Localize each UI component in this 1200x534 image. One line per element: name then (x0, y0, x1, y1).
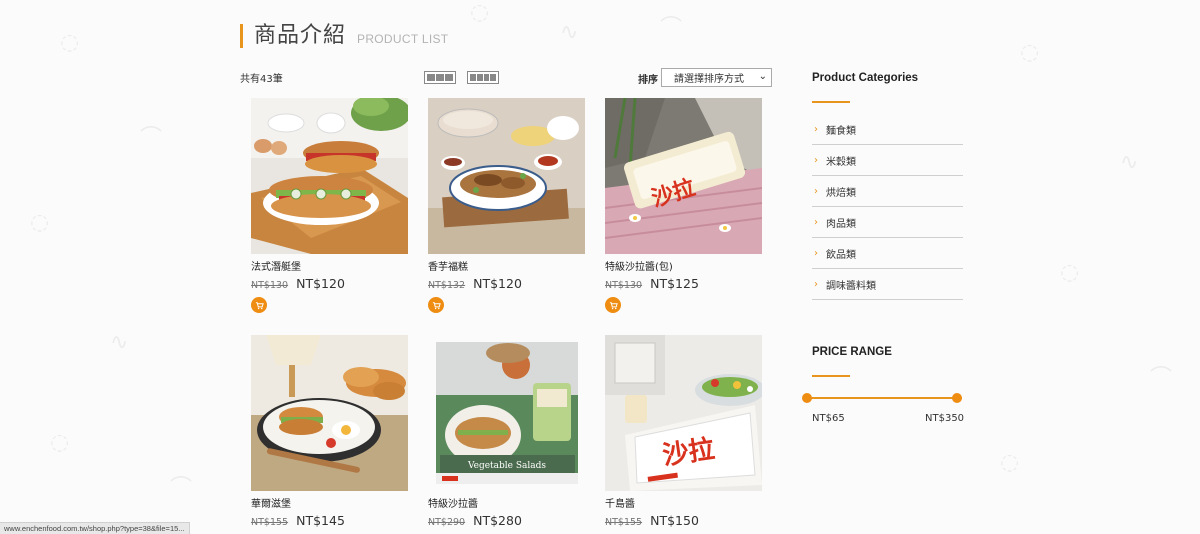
add-to-cart-button[interactable] (605, 297, 621, 313)
grid-4-view-icon[interactable] (467, 71, 499, 84)
category-label: 飲品類 (826, 249, 856, 261)
category-item[interactable]: › 調味醬料類 (812, 269, 963, 300)
chevron-right-icon: › (814, 247, 818, 259)
cart-icon (432, 301, 441, 309)
sale-price: NT$145 (296, 513, 345, 528)
category-label: 米穀類 (826, 156, 856, 168)
category-label: 麵食類 (826, 125, 856, 137)
product-toolbar: 共有43筆 排序 請選擇排序方式 ⌄ (240, 68, 772, 88)
sale-price: NT$280 (473, 513, 522, 528)
category-label: 烘焙類 (826, 187, 856, 199)
product-name[interactable]: 特級沙拉醬(包) (605, 258, 673, 273)
original-price: NT$290 (428, 517, 466, 528)
heading-accent (812, 375, 850, 377)
chevron-right-icon: › (814, 216, 818, 228)
product-image[interactable] (251, 98, 408, 254)
chevron-right-icon: › (814, 123, 818, 135)
product-card[interactable]: 法式潛艇堡 NT$130 NT$120 (251, 98, 409, 313)
original-price: NT$155 (251, 517, 289, 528)
sale-price: NT$125 (650, 276, 699, 291)
product-card[interactable]: 香芋福糕 NT$132 NT$120 (428, 98, 586, 313)
product-card[interactable]: 華爾滋堡 NT$155 NT$145 (251, 335, 409, 528)
categories-heading: Product Categories (812, 72, 919, 84)
category-item[interactable]: › 飲品類 (812, 238, 963, 269)
sale-price: NT$120 (473, 276, 522, 291)
heading-accent (812, 101, 850, 103)
original-price: NT$132 (428, 280, 466, 291)
cart-icon (609, 301, 618, 309)
sort-label: 排序 (638, 75, 658, 86)
category-item[interactable]: › 肉品類 (812, 207, 963, 238)
price-max-handle[interactable] (952, 393, 962, 403)
product-card[interactable]: Vegetable Salads 特級沙拉醬 NT$290 NT$280 (428, 335, 586, 528)
product-name[interactable]: 香芋福糕 (428, 258, 468, 273)
chevron-down-icon: ⌄ (758, 71, 767, 82)
product-prices: NT$155 NT$145 (251, 513, 345, 528)
product-image[interactable]: 沙拉 (605, 98, 762, 254)
page-title: 商品介紹 (254, 23, 347, 48)
sort-select-value: 請選擇排序方式 (674, 74, 744, 85)
add-to-cart-button[interactable] (428, 297, 444, 313)
product-card[interactable]: 沙拉 千島醬 NT$155 NT$150 (605, 335, 763, 528)
cart-icon (255, 301, 264, 309)
product-prices: NT$130 NT$120 (251, 276, 345, 291)
product-prices: NT$290 NT$280 (428, 513, 522, 528)
category-item[interactable]: › 麵食類 (812, 114, 963, 145)
price-range-slider[interactable] (807, 397, 962, 399)
category-label: 肉品類 (826, 218, 856, 230)
price-max-label: NT$350 (925, 413, 965, 424)
product-image[interactable]: 沙拉 (605, 335, 762, 491)
product-name[interactable]: 特級沙拉醬 (428, 495, 478, 510)
status-bar-url: www.enchenfood.com.tw/shop.php?type=38&f… (0, 522, 190, 534)
price-range-heading: PRICE RANGE (812, 346, 892, 358)
product-name[interactable]: 華爾滋堡 (251, 495, 291, 510)
sale-price: NT$120 (296, 276, 345, 291)
vegetable-salads-text: Vegetable Salads (467, 461, 546, 471)
sale-price: NT$150 (650, 513, 699, 528)
original-price: NT$155 (605, 517, 643, 528)
category-item[interactable]: › 烘焙類 (812, 176, 963, 207)
original-price: NT$130 (605, 280, 643, 291)
product-card[interactable]: 沙拉 特級沙拉醬(包) NT$130 NT$125 (605, 98, 763, 313)
product-image[interactable]: Vegetable Salads (428, 335, 585, 491)
category-label: 調味醬料類 (826, 280, 876, 292)
product-prices: NT$155 NT$150 (605, 513, 699, 528)
price-min-label: NT$65 (812, 413, 845, 424)
sort-select[interactable]: 請選擇排序方式 ⌄ (661, 68, 772, 87)
price-min-handle[interactable] (802, 393, 812, 403)
chevron-right-icon: › (814, 185, 818, 197)
product-prices: NT$130 NT$125 (605, 276, 699, 291)
category-item[interactable]: › 米穀類 (812, 145, 963, 176)
grid-3-view-icon[interactable] (424, 71, 456, 84)
chevron-right-icon: › (814, 278, 818, 290)
product-name[interactable]: 法式潛艇堡 (251, 258, 301, 273)
product-count: 共有43筆 (240, 74, 283, 85)
product-image[interactable] (428, 98, 585, 254)
chevron-right-icon: › (814, 154, 818, 166)
page-header: 商品介紹 PRODUCT LIST (240, 22, 448, 50)
title-accent-bar (240, 24, 243, 48)
product-image[interactable] (251, 335, 408, 491)
product-name[interactable]: 千島醬 (605, 495, 635, 510)
add-to-cart-button[interactable] (251, 297, 267, 313)
page-subtitle: PRODUCT LIST (357, 32, 449, 46)
product-prices: NT$132 NT$120 (428, 276, 522, 291)
original-price: NT$130 (251, 280, 289, 291)
